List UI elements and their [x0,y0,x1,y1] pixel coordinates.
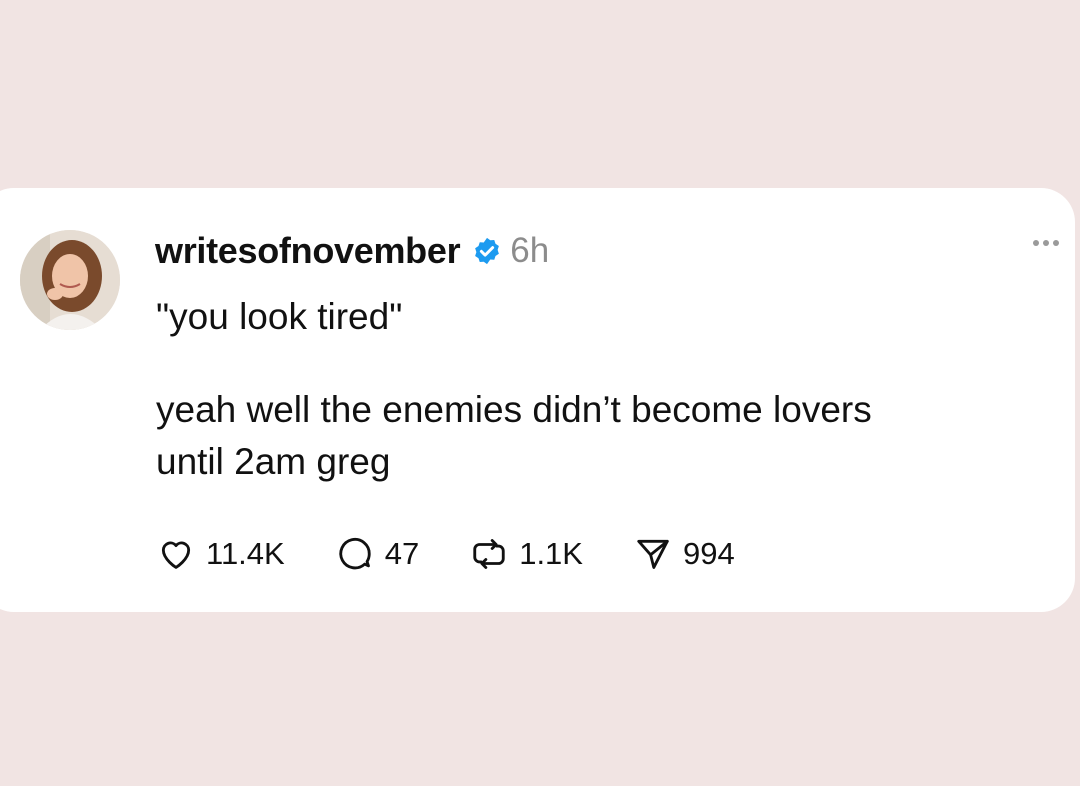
speech-bubble-icon [339,538,371,570]
post-body-line: until 2am greg [156,441,391,482]
post-quote: "you look tired" [156,296,403,337]
post-body: yeah well the enemies didn’t become love… [156,384,1056,488]
heart-icon [161,541,191,569]
send-icon [637,539,669,569]
avatar[interactable] [20,230,120,330]
repost-arrows-icon [473,539,505,569]
repost-button[interactable]: 1.1K [469,535,583,573]
reply-button[interactable]: 47 [335,535,419,573]
share-count: 994 [682,536,735,571]
username[interactable]: writesofnovember [155,230,461,272]
action-bar: 11.4K 47 1.1K 994 [156,532,785,576]
like-count: 11.4K [206,536,285,571]
share-button[interactable]: 994 [633,535,735,573]
avatar-photo [20,230,120,330]
like-button[interactable]: 11.4K [156,535,285,573]
timestamp: 6h [510,231,550,270]
post-body-line: yeah well the enemies didn’t become love… [156,389,872,430]
post-header: writesofnovember 6h [155,226,549,276]
post-card: writesofnovember 6h "you look tired" yea… [0,188,1075,612]
more-options-icon[interactable] [1033,240,1059,246]
verified-badge-icon [475,237,500,265]
repost-count: 1.1K [519,536,583,571]
reply-count: 47 [384,536,420,571]
